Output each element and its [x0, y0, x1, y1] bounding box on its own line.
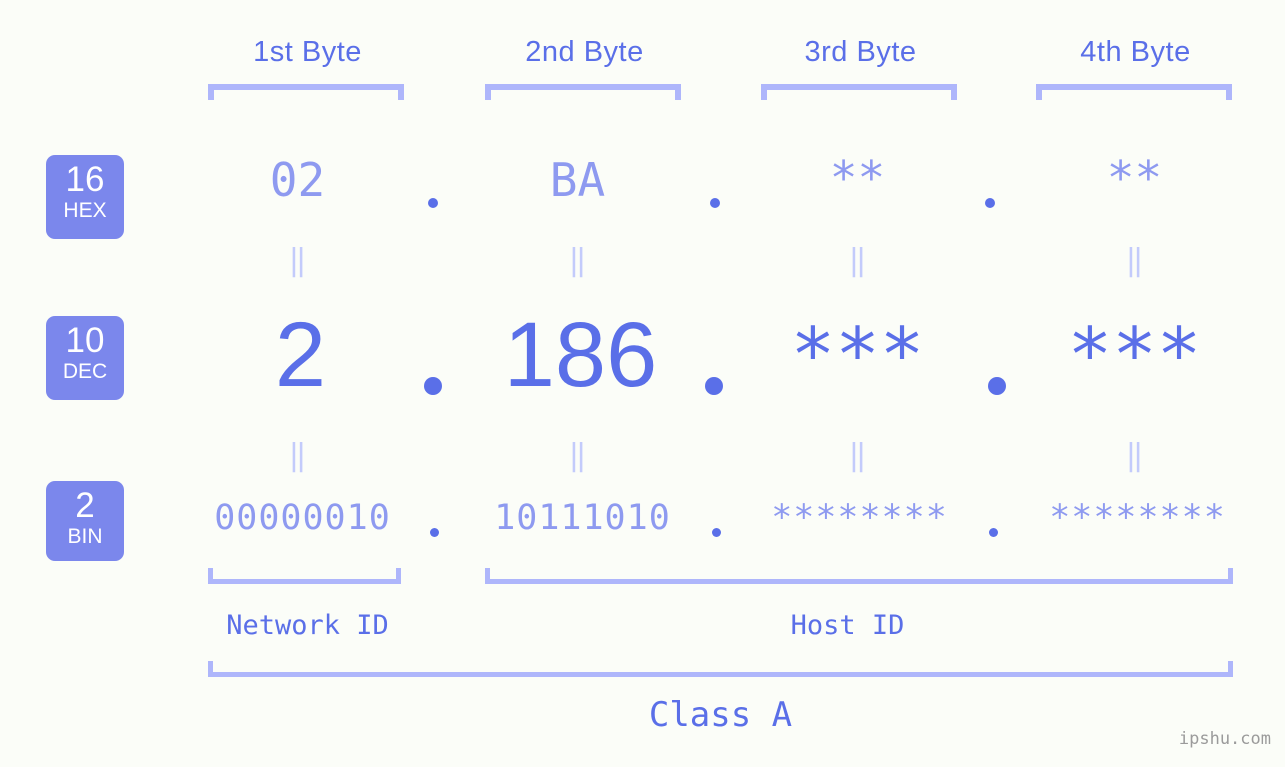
- equals-connector-dec-bin-3: ‖: [848, 438, 867, 473]
- equals-connector-dec-bin-2: ‖: [568, 438, 587, 473]
- dec-byte-4: ***: [1067, 312, 1202, 398]
- equals-connector-dec-bin-4: ‖: [1125, 438, 1144, 473]
- byte-bracket-top-1: [208, 84, 404, 100]
- dec-separator-3: [988, 377, 1006, 395]
- hex-separator-3: [985, 198, 995, 208]
- network-id-label: Network ID: [226, 610, 389, 641]
- byte-header-3: 3rd Byte: [804, 36, 917, 68]
- equals-connector-hex-dec-3: ‖: [848, 243, 867, 278]
- dec-byte-3: ***: [790, 312, 925, 398]
- hex-byte-3: **: [829, 151, 886, 205]
- bin-byte-1: 00000010: [214, 498, 391, 538]
- dec-separator-1: [424, 377, 442, 395]
- byte-bracket-top-2: [485, 84, 681, 100]
- base-badge-dec: 10 DEC: [46, 316, 124, 400]
- dec-byte-1: 2: [274, 304, 327, 406]
- host-id-bracket: [485, 568, 1233, 584]
- hex-byte-2: BA: [549, 153, 606, 207]
- hex-separator-2: [710, 198, 720, 208]
- byte-header-2: 2nd Byte: [525, 36, 644, 68]
- bin-byte-4: ********: [1049, 498, 1226, 538]
- bin-byte-3: ********: [771, 498, 948, 538]
- byte-header-4: 4th Byte: [1080, 36, 1191, 68]
- host-id-label: Host ID: [790, 610, 905, 641]
- equals-connector-hex-dec-4: ‖: [1125, 243, 1144, 278]
- equals-connector-hex-dec-1: ‖: [288, 243, 307, 278]
- byte-bracket-top-3: [761, 84, 957, 100]
- class-bracket: [208, 661, 1233, 677]
- base-badge-dec-number: 10: [65, 321, 105, 360]
- byte-bracket-top-4: [1036, 84, 1232, 100]
- base-badge-hex-number: 16: [65, 160, 105, 199]
- bin-separator-1: [430, 528, 439, 537]
- watermark: ipshu.com: [1178, 729, 1271, 749]
- bin-separator-2: [712, 528, 721, 537]
- bin-separator-3: [989, 528, 998, 537]
- hex-separator-1: [428, 198, 438, 208]
- dec-byte-2: 186: [503, 304, 658, 406]
- hex-byte-1: 02: [269, 153, 326, 207]
- class-label: Class A: [648, 695, 793, 735]
- equals-connector-dec-bin-1: ‖: [288, 438, 307, 473]
- hex-byte-4: **: [1106, 151, 1163, 205]
- ip-breakdown-diagram: 1st Byte 2nd Byte 3rd Byte 4th Byte 16 H…: [0, 0, 1285, 767]
- base-badge-dec-name: DEC: [62, 360, 108, 383]
- network-id-bracket: [208, 568, 401, 584]
- byte-header-1: 1st Byte: [253, 36, 362, 68]
- base-badge-hex-name: HEX: [63, 199, 107, 222]
- base-badge-bin-number: 2: [75, 486, 95, 525]
- bin-byte-2: 10111010: [494, 498, 671, 538]
- equals-connector-hex-dec-2: ‖: [568, 243, 587, 278]
- base-badge-hex: 16 HEX: [46, 155, 124, 239]
- base-badge-bin-name: BIN: [67, 525, 103, 548]
- base-badge-bin: 2 BIN: [46, 481, 124, 561]
- dec-separator-2: [705, 377, 723, 395]
